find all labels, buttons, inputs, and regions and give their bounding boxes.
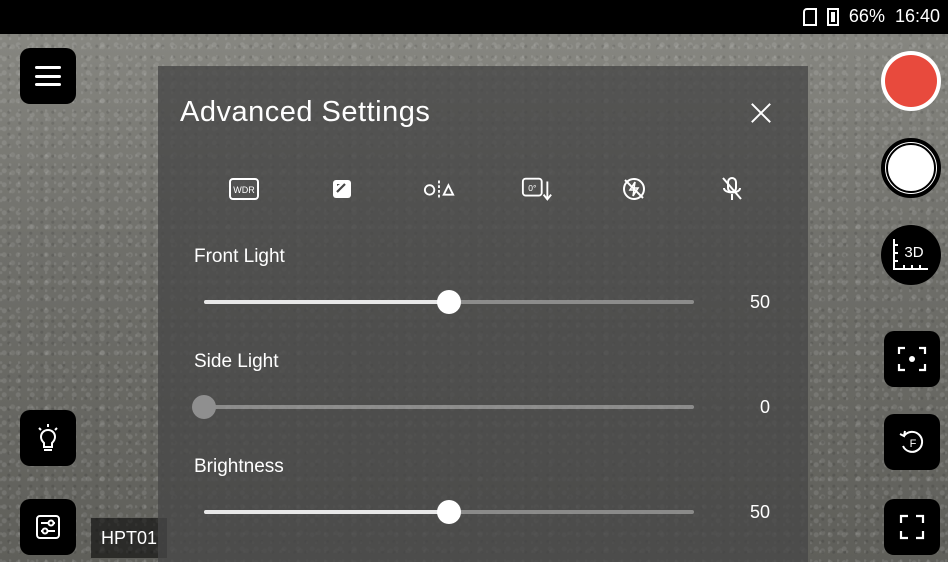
close-icon[interactable]	[750, 102, 772, 124]
rotate-icon[interactable]: 0°	[521, 174, 553, 204]
wdr-icon[interactable]: WDR	[228, 174, 260, 204]
brightness-fill	[204, 510, 449, 514]
focus-frame-icon	[897, 346, 927, 372]
brightness-slider[interactable]	[204, 500, 694, 524]
side-light-value: 0	[759, 397, 770, 417]
advanced-settings-panel: Advanced Settings WDR 0° Front Light 50 …	[158, 66, 808, 562]
front-light-fill	[204, 300, 449, 304]
mic-off-icon[interactable]	[716, 174, 748, 204]
adjustments-button[interactable]	[20, 499, 76, 555]
menu-button[interactable]	[20, 48, 76, 104]
svg-text:0°: 0°	[528, 183, 536, 193]
no-flash-icon[interactable]	[618, 174, 650, 204]
battery-percent: 66%	[848, 6, 885, 26]
hamburger-icon	[35, 66, 61, 86]
front-light-slider[interactable]	[204, 290, 694, 314]
status-right: 66% 16:40	[802, 6, 940, 27]
ruler-3d-icon: 3D	[893, 239, 928, 270]
record-indicator	[885, 55, 937, 107]
shutter-icon	[886, 143, 936, 193]
battery-icon	[826, 7, 839, 26]
side-light-slider[interactable]	[192, 395, 694, 419]
toolbar-icons: WDR 0°	[228, 174, 748, 204]
side-light-knob[interactable]	[192, 395, 216, 419]
flip-camera-icon: F	[899, 430, 924, 453]
3d-measure-button[interactable]: 3D	[881, 225, 941, 285]
lightbulb-button[interactable]	[20, 410, 76, 466]
svg-text:F: F	[910, 438, 917, 450]
clock-time: 16:40	[894, 6, 940, 26]
front-light-knob[interactable]	[437, 290, 461, 314]
front-light-value: 50	[749, 292, 770, 312]
brightness-value: 50	[749, 502, 770, 522]
sd-card-icon	[802, 7, 817, 26]
svg-text:3D: 3D	[904, 244, 923, 261]
svg-text:WDR: WDR	[233, 185, 255, 195]
side-light-label: Side Light	[194, 351, 279, 372]
status-bar: 66% 16:40	[0, 0, 948, 34]
sliders-icon	[36, 515, 60, 539]
capture-button[interactable]	[881, 138, 941, 198]
brightness-knob[interactable]	[437, 500, 461, 524]
device-label: HPT01	[91, 518, 168, 558]
record-button[interactable]	[881, 51, 941, 111]
flip-camera-button[interactable]: F	[884, 414, 940, 470]
fullscreen-icon	[899, 514, 925, 540]
fullscreen-button[interactable]	[884, 499, 940, 555]
front-light-label: Front Light	[194, 246, 285, 267]
image-adjust-icon[interactable]	[326, 174, 358, 204]
brightness-label: Brightness	[194, 456, 284, 477]
focus-frame-button[interactable]	[884, 331, 940, 387]
lightbulb-icon	[38, 424, 58, 451]
panel-title: Advanced Settings	[180, 96, 431, 128]
mirror-icon[interactable]	[423, 174, 455, 204]
